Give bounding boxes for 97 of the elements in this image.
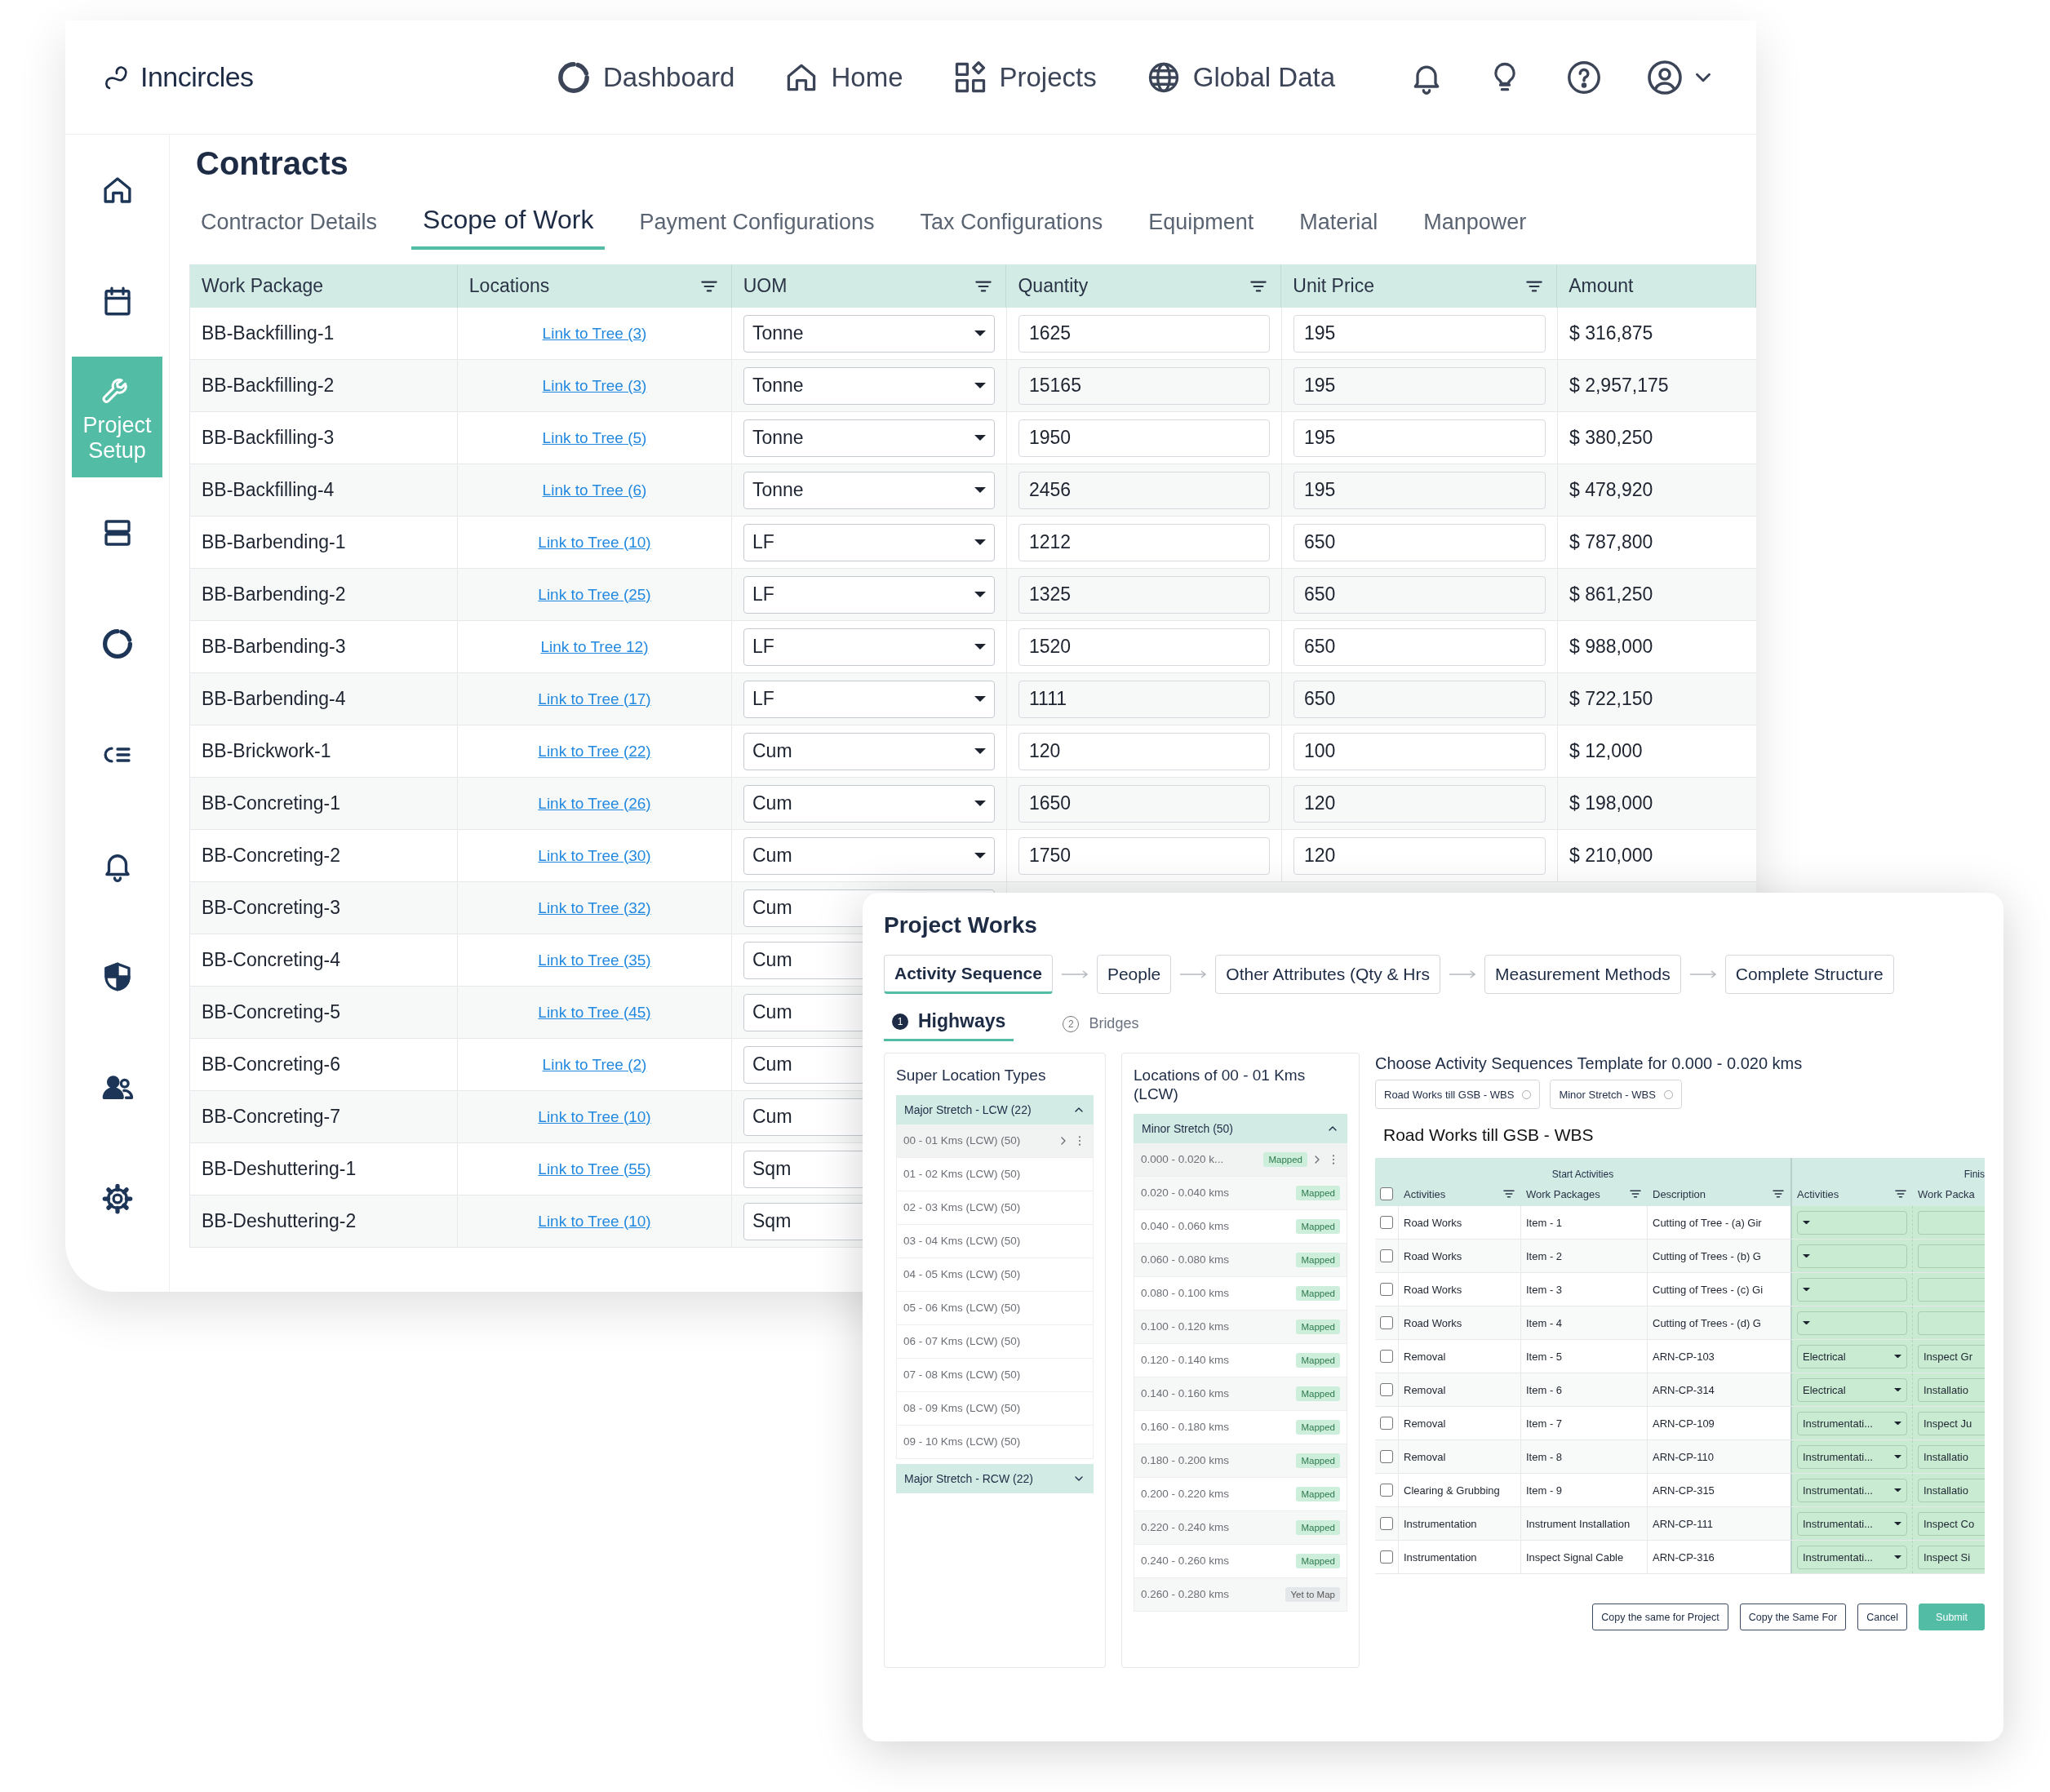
table-cell: BB-Backfilling-2 xyxy=(202,375,335,397)
status-badge: Mapped xyxy=(1296,1285,1340,1301)
table-cell: ARN-CP-109 xyxy=(1653,1417,1715,1430)
table-cell: Item - 4 xyxy=(1526,1316,1563,1329)
logo-text: Inncircles xyxy=(140,61,254,93)
table-cell: $ 12,000 xyxy=(1569,740,1643,762)
panel-title: Super Location Types xyxy=(896,1067,1047,1085)
table-cell: BB-Concreting-7 xyxy=(202,1106,341,1128)
status-badge: Mapped xyxy=(1296,1553,1340,1568)
column-header: Locations xyxy=(468,275,550,297)
table-cell: BB-Concreting-1 xyxy=(202,792,341,814)
table-cell: Cutting of Trees - (b) G xyxy=(1653,1249,1761,1262)
table-cell: Inspect Signal Cable xyxy=(1526,1550,1624,1564)
table-cell: ARN-CP-103 xyxy=(1653,1350,1715,1363)
table-cell: $ 787,800 xyxy=(1569,531,1653,553)
table-cell: Removal xyxy=(1404,1450,1446,1463)
table-cell: BB-Concreting-5 xyxy=(202,1001,341,1023)
column-header: Amount xyxy=(1569,275,1634,297)
table-cell: BB-Backfilling-1 xyxy=(202,322,335,344)
table-cell: Cutting of Tree - (a) Gir xyxy=(1653,1216,1762,1229)
status-badge: Mapped xyxy=(1263,1151,1307,1167)
table-cell: BB-Barbending-3 xyxy=(202,636,346,658)
table-cell: $ 988,000 xyxy=(1569,636,1653,658)
table-cell: Item - 3 xyxy=(1526,1283,1563,1296)
table-cell: $ 316,875 xyxy=(1569,322,1653,344)
column-header: UOM xyxy=(743,275,788,297)
page-title: Contracts xyxy=(196,144,349,183)
section-title: Choose Activity Sequences Template for 0.000 - 0.020 kms xyxy=(1375,1054,1804,1073)
table-cell: Item - 8 xyxy=(1526,1450,1563,1463)
table-cell: Instrumentation xyxy=(1404,1550,1477,1564)
table-cell: $ 478,920 xyxy=(1569,479,1653,501)
table-cell: Instrumentation xyxy=(1404,1517,1477,1530)
column-header: Description xyxy=(1653,1187,1706,1200)
column-header: Work Packages xyxy=(1526,1187,1600,1200)
status-badge: Mapped xyxy=(1296,1486,1340,1501)
step-number: 1 xyxy=(892,1013,908,1030)
status-badge: Mapped xyxy=(1296,1352,1340,1368)
column-header: Activities xyxy=(1404,1187,1446,1200)
table-cell: BB-Deshuttering-1 xyxy=(202,1158,357,1180)
table-cell: Removal xyxy=(1404,1350,1446,1363)
table-cell: BB-Concreting-3 xyxy=(202,897,341,919)
table-cell: Item - 6 xyxy=(1526,1383,1563,1396)
table-cell: BB-Concreting-6 xyxy=(202,1053,341,1076)
group-header: Finis xyxy=(1963,1169,1985,1180)
status-badge: Mapped xyxy=(1296,1319,1340,1334)
table-cell: Removal xyxy=(1404,1383,1446,1396)
table-cell: ARN-CP-111 xyxy=(1653,1517,1713,1530)
column-header: Work Package xyxy=(202,275,324,297)
table-cell: BB-Deshuttering-2 xyxy=(202,1210,357,1232)
table-cell: ARN-CP-314 xyxy=(1653,1383,1715,1396)
table-cell: BB-Backfilling-3 xyxy=(202,427,335,449)
table-cell: BB-Concreting-2 xyxy=(202,845,341,867)
table-cell: Cutting of Trees - (c) Gi xyxy=(1653,1283,1764,1296)
status-badge: Mapped xyxy=(1296,1218,1340,1234)
table-title: Road Works till GSB - WBS xyxy=(1383,1125,1595,1145)
table-cell: $ 861,250 xyxy=(1569,583,1653,605)
table-cell: BB-Barbending-2 xyxy=(202,583,346,605)
status-badge: Mapped xyxy=(1296,1519,1340,1535)
column-header: Unit Price xyxy=(1293,275,1374,297)
status-badge: Mapped xyxy=(1296,1453,1340,1468)
table-cell: ARN-CP-316 xyxy=(1653,1550,1715,1564)
table-cell: Road Works xyxy=(1404,1216,1462,1229)
status-badge: Mapped xyxy=(1296,1252,1340,1267)
table-cell: $ 198,000 xyxy=(1569,792,1653,814)
table-cell: $ 210,000 xyxy=(1569,845,1653,867)
table-cell: BB-Backfilling-4 xyxy=(202,479,335,501)
table-cell: Item - 1 xyxy=(1526,1216,1563,1229)
window-title: Project Works xyxy=(884,912,1038,939)
table-cell: $ 2,957,175 xyxy=(1569,375,1669,397)
panel-title: Locations of 00 - 01 Kms (LCW) xyxy=(1134,1067,1307,1104)
table-cell: Item - 9 xyxy=(1526,1484,1563,1497)
table-cell: BB-Barbending-1 xyxy=(202,531,346,553)
table-cell: $ 380,250 xyxy=(1569,427,1653,449)
status-badge: Mapped xyxy=(1296,1185,1340,1200)
table-cell: Instrument Installation xyxy=(1526,1517,1631,1530)
table-cell: Item - 2 xyxy=(1526,1249,1563,1262)
status-badge: Mapped xyxy=(1296,1386,1340,1401)
column-header: Activities xyxy=(1797,1187,1839,1200)
column-header: Quantity xyxy=(1018,275,1089,297)
table-cell: BB-Brickwork-1 xyxy=(202,740,331,762)
group-header: Start Activities xyxy=(1551,1169,1614,1180)
table-cell: Removal xyxy=(1404,1417,1446,1430)
table-cell: Cutting of Trees - (d) G xyxy=(1653,1316,1761,1329)
status-badge: Yet to Map xyxy=(1285,1586,1340,1602)
table-cell: ARN-CP-110 xyxy=(1653,1450,1714,1463)
table-cell: Item - 5 xyxy=(1526,1350,1563,1363)
table-cell: ARN-CP-315 xyxy=(1653,1484,1715,1497)
table-cell: Road Works xyxy=(1404,1283,1462,1296)
table-cell: $ 722,150 xyxy=(1569,688,1653,710)
table-cell: Road Works xyxy=(1404,1249,1462,1262)
column-header: Work Packa xyxy=(1918,1187,1975,1200)
table-cell: BB-Concreting-4 xyxy=(202,949,341,971)
status-badge: Mapped xyxy=(1296,1419,1340,1435)
table-cell: Clearing & Grubbing xyxy=(1404,1484,1500,1497)
table-cell: Road Works xyxy=(1404,1316,1462,1329)
table-cell: BB-Barbending-4 xyxy=(202,688,346,710)
table-cell: Item - 7 xyxy=(1526,1417,1563,1430)
